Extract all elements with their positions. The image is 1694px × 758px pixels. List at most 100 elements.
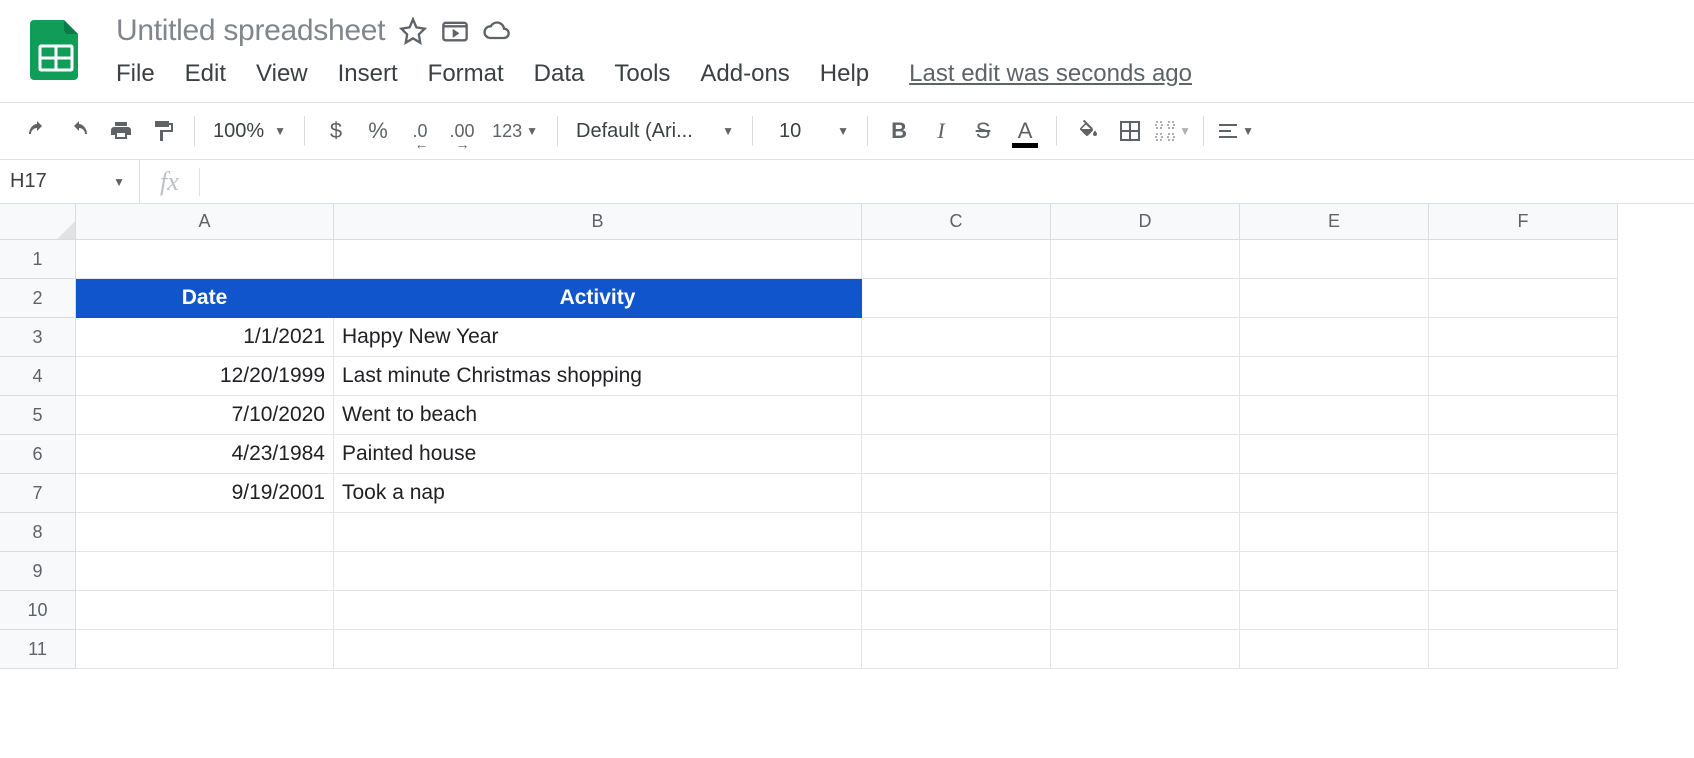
cell[interactable] xyxy=(1051,318,1240,357)
print-button[interactable] xyxy=(102,112,140,150)
cell[interactable]: 7/10/2020 xyxy=(76,396,334,435)
formula-input[interactable] xyxy=(200,160,1694,203)
cell[interactable] xyxy=(334,630,862,669)
cell[interactable] xyxy=(862,318,1051,357)
row-header[interactable]: 3 xyxy=(0,318,76,357)
menu-view[interactable]: View xyxy=(256,60,308,88)
cell[interactable] xyxy=(862,591,1051,630)
cell[interactable] xyxy=(1051,396,1240,435)
menu-format[interactable]: Format xyxy=(428,60,504,88)
format-percent-button[interactable]: % xyxy=(359,112,397,150)
cell[interactable] xyxy=(1240,396,1429,435)
row-header[interactable]: 5 xyxy=(0,396,76,435)
cell[interactable] xyxy=(862,279,1051,318)
horizontal-align-button[interactable]: ▼ xyxy=(1216,112,1254,150)
cell[interactable] xyxy=(76,240,334,279)
cell[interactable] xyxy=(1429,552,1618,591)
cell[interactable] xyxy=(1429,357,1618,396)
format-currency-button[interactable]: $ xyxy=(317,112,355,150)
decrease-decimal-button[interactable]: .0← xyxy=(401,112,439,150)
cell[interactable] xyxy=(862,513,1051,552)
name-box[interactable]: H17▼ xyxy=(0,160,140,203)
fill-color-button[interactable] xyxy=(1069,112,1107,150)
borders-button[interactable] xyxy=(1111,112,1149,150)
cell[interactable]: 4/23/1984 xyxy=(76,435,334,474)
row-header[interactable]: 6 xyxy=(0,435,76,474)
cell[interactable] xyxy=(334,240,862,279)
cell[interactable] xyxy=(1051,513,1240,552)
menu-addons[interactable]: Add-ons xyxy=(700,60,789,88)
star-icon[interactable] xyxy=(399,17,427,45)
row-header[interactable]: 1 xyxy=(0,240,76,279)
merge-cells-button[interactable]: ▼ xyxy=(1153,112,1191,150)
zoom-select[interactable]: 100%▼ xyxy=(207,120,292,143)
menu-help[interactable]: Help xyxy=(820,60,869,88)
cell[interactable] xyxy=(862,396,1051,435)
text-color-button[interactable]: A xyxy=(1006,112,1044,150)
cell[interactable] xyxy=(1429,474,1618,513)
cell[interactable] xyxy=(1051,591,1240,630)
cell[interactable] xyxy=(862,630,1051,669)
cell[interactable] xyxy=(1240,630,1429,669)
cell[interactable]: Painted house xyxy=(334,435,862,474)
menu-file[interactable]: File xyxy=(116,60,155,88)
cell[interactable] xyxy=(334,591,862,630)
row-header[interactable]: 10 xyxy=(0,591,76,630)
row-header[interactable]: 7 xyxy=(0,474,76,513)
cell[interactable] xyxy=(1429,396,1618,435)
cell[interactable]: Activity xyxy=(334,279,862,318)
bold-button[interactable]: B xyxy=(880,112,918,150)
cell[interactable] xyxy=(862,552,1051,591)
cell[interactable]: Date xyxy=(76,279,334,318)
cell[interactable] xyxy=(1240,240,1429,279)
cloud-status-icon[interactable] xyxy=(483,17,511,45)
select-all-corner[interactable] xyxy=(0,204,76,240)
menu-insert[interactable]: Insert xyxy=(338,60,398,88)
cell[interactable] xyxy=(1051,630,1240,669)
cell[interactable]: Happy New Year xyxy=(334,318,862,357)
row-header[interactable]: 11 xyxy=(0,630,76,669)
row-header[interactable]: 4 xyxy=(0,357,76,396)
cell[interactable]: Took a nap xyxy=(334,474,862,513)
cell[interactable] xyxy=(1429,435,1618,474)
cell[interactable]: Went to beach xyxy=(334,396,862,435)
cell[interactable] xyxy=(1051,357,1240,396)
column-header[interactable]: D xyxy=(1051,204,1240,240)
cell[interactable] xyxy=(76,630,334,669)
italic-button[interactable]: I xyxy=(922,112,960,150)
undo-button[interactable] xyxy=(18,112,56,150)
cell[interactable] xyxy=(862,357,1051,396)
cell[interactable] xyxy=(1240,513,1429,552)
last-edit-link[interactable]: Last edit was seconds ago xyxy=(909,60,1192,88)
row-header[interactable]: 2 xyxy=(0,279,76,318)
cell[interactable] xyxy=(1051,240,1240,279)
cell[interactable] xyxy=(1429,591,1618,630)
redo-button[interactable] xyxy=(60,112,98,150)
cell[interactable] xyxy=(1429,630,1618,669)
cell[interactable]: 12/20/1999 xyxy=(76,357,334,396)
column-header[interactable]: E xyxy=(1240,204,1429,240)
column-header[interactable]: B xyxy=(334,204,862,240)
cell[interactable] xyxy=(862,474,1051,513)
cell[interactable]: 9/19/2001 xyxy=(76,474,334,513)
cell[interactable] xyxy=(1240,279,1429,318)
strikethrough-button[interactable]: S xyxy=(964,112,1002,150)
menu-data[interactable]: Data xyxy=(534,60,585,88)
cell[interactable] xyxy=(334,513,862,552)
cell[interactable] xyxy=(1240,591,1429,630)
cell[interactable] xyxy=(1051,474,1240,513)
sheets-logo-icon[interactable] xyxy=(24,16,88,80)
cell[interactable] xyxy=(1240,474,1429,513)
column-header[interactable]: F xyxy=(1429,204,1618,240)
cell[interactable] xyxy=(76,552,334,591)
cell[interactable] xyxy=(1240,552,1429,591)
cell[interactable] xyxy=(1429,240,1618,279)
column-header[interactable]: A xyxy=(76,204,334,240)
increase-decimal-button[interactable]: .00→ xyxy=(443,112,481,150)
cell[interactable] xyxy=(1240,318,1429,357)
cell[interactable] xyxy=(1429,513,1618,552)
cell[interactable] xyxy=(862,435,1051,474)
cell[interactable] xyxy=(1051,435,1240,474)
menu-tools[interactable]: Tools xyxy=(614,60,670,88)
cell[interactable]: Last minute Christmas shopping xyxy=(334,357,862,396)
